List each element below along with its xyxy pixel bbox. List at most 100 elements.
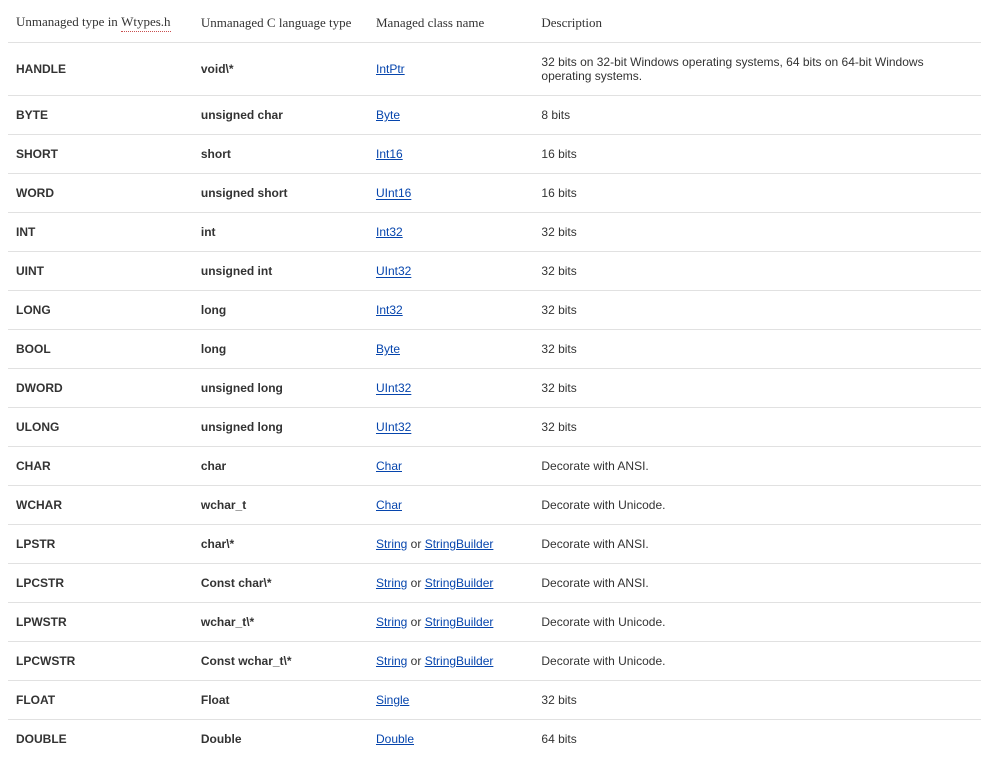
cell-unmanaged-type: DWORD [8, 369, 193, 408]
cell-unmanaged-type: LPCWSTR [8, 642, 193, 681]
managed-class-link[interactable]: UInt32 [376, 420, 411, 434]
managed-class-link[interactable]: Int16 [376, 147, 403, 161]
cell-unmanaged-type: LPWSTR [8, 603, 193, 642]
or-separator: or [407, 615, 424, 629]
cell-managed-class: UInt32 [368, 408, 533, 447]
cell-description: 32 bits [533, 408, 981, 447]
table-row: WORDunsigned shortUInt1616 bits [8, 174, 981, 213]
cell-description: 64 bits [533, 720, 981, 759]
cell-c-type: int [193, 213, 368, 252]
table-row: BOOLlong Byte 32 bits [8, 330, 981, 369]
cell-unmanaged-type: LPSTR [8, 525, 193, 564]
header-c-type: Unmanaged C language type [193, 8, 368, 43]
table-row: LPWSTRwchar_t\*String or StringBuilderDe… [8, 603, 981, 642]
cell-unmanaged-type: BOOL [8, 330, 193, 369]
cell-c-type: char\* [193, 525, 368, 564]
managed-class-link[interactable]: StringBuilder [425, 615, 494, 629]
cell-managed-class: Double [368, 720, 533, 759]
cell-description: Decorate with Unicode. [533, 603, 981, 642]
cell-c-type: Const wchar_t\* [193, 642, 368, 681]
or-separator: or [407, 537, 424, 551]
cell-managed-class: UInt16 [368, 174, 533, 213]
cell-description: Decorate with ANSI. [533, 447, 981, 486]
table-header: Unmanaged type in Wtypes.h Unmanaged C l… [8, 8, 981, 43]
managed-class-link[interactable]: IntPtr [376, 62, 405, 76]
managed-class-link[interactable]: String [376, 615, 407, 629]
cell-c-type: long [193, 330, 368, 369]
cell-c-type: long [193, 291, 368, 330]
cell-managed-class: Single [368, 681, 533, 720]
cell-c-type: unsigned long [193, 369, 368, 408]
cell-description: 8 bits [533, 96, 981, 135]
cell-description: 32 bits [533, 291, 981, 330]
table-row: LONGlong Int32 32 bits [8, 291, 981, 330]
table-row: HANDLEvoid\* IntPtr 32 bits on 32-bit Wind… [8, 43, 981, 96]
cell-description: 32 bits [533, 369, 981, 408]
cell-unmanaged-type: WCHAR [8, 486, 193, 525]
cell-description: 16 bits [533, 174, 981, 213]
header-managed-class: Managed class name [368, 8, 533, 43]
table-row: FLOATFloatSingle32 bits [8, 681, 981, 720]
cell-c-type: unsigned long [193, 408, 368, 447]
cell-c-type: unsigned char [193, 96, 368, 135]
cell-managed-class: Byte [368, 330, 533, 369]
managed-class-link[interactable]: Char [376, 498, 402, 512]
managed-class-link[interactable]: Byte [376, 342, 400, 356]
managed-class-link[interactable]: Int32 [376, 225, 403, 239]
table-row: ULONGunsigned longUInt3232 bits [8, 408, 981, 447]
managed-class-link[interactable]: StringBuilder [425, 654, 494, 668]
managed-class-link[interactable]: Int32 [376, 303, 403, 317]
managed-class-link[interactable]: String [376, 537, 407, 551]
cell-c-type: void\* [193, 43, 368, 96]
cell-description: 32 bits [533, 330, 981, 369]
cell-description: 32 bits on 32-bit Windows operating syst… [533, 43, 981, 96]
cell-unmanaged-type: UINT [8, 252, 193, 291]
cell-unmanaged-type: LONG [8, 291, 193, 330]
cell-unmanaged-type: DOUBLE [8, 720, 193, 759]
or-separator: or [407, 576, 424, 590]
table-row: BYTEunsigned charByte8 bits [8, 96, 981, 135]
table-row: WCHARwchar_tCharDecorate with Unicode. [8, 486, 981, 525]
managed-class-link[interactable]: String [376, 654, 407, 668]
table-row: INTintInt3232 bits [8, 213, 981, 252]
managed-class-link[interactable]: Single [376, 693, 409, 707]
table-row: DWORDunsigned long UInt32 32 bits [8, 369, 981, 408]
managed-class-link[interactable]: UInt32 [376, 264, 411, 278]
cell-description: Decorate with Unicode. [533, 486, 981, 525]
managed-class-link[interactable]: Char [376, 459, 402, 473]
cell-description: Decorate with ANSI. [533, 525, 981, 564]
cell-unmanaged-type: LPCSTR [8, 564, 193, 603]
header-unmanaged-type: Unmanaged type in Wtypes.h [8, 8, 193, 43]
cell-c-type: Const char\* [193, 564, 368, 603]
header-col1-prefix: Unmanaged type in [16, 14, 121, 29]
managed-class-link[interactable]: UInt32 [376, 381, 411, 395]
cell-c-type: short [193, 135, 368, 174]
managed-class-link[interactable]: Byte [376, 108, 400, 122]
managed-class-link[interactable]: UInt16 [376, 186, 411, 200]
table-row: LPSTRchar\* String or StringBuilder Decora… [8, 525, 981, 564]
cell-unmanaged-type: SHORT [8, 135, 193, 174]
cell-description: 16 bits [533, 135, 981, 174]
cell-unmanaged-type: INT [8, 213, 193, 252]
header-description: Description [533, 8, 981, 43]
managed-class-link[interactable]: Double [376, 732, 414, 746]
table-row: UINTunsigned intUInt3232 bits [8, 252, 981, 291]
cell-managed-class: Int32 [368, 213, 533, 252]
cell-managed-class: String or StringBuilder [368, 603, 533, 642]
managed-class-link[interactable]: StringBuilder [425, 537, 494, 551]
cell-managed-class: IntPtr [368, 43, 533, 96]
cell-managed-class: String or StringBuilder [368, 564, 533, 603]
table-row: LPCWSTRConst wchar_t\*String or StringBu… [8, 642, 981, 681]
cell-unmanaged-type: CHAR [8, 447, 193, 486]
cell-managed-class: UInt32 [368, 369, 533, 408]
cell-c-type: wchar_t\* [193, 603, 368, 642]
table-body: HANDLEvoid\* IntPtr 32 bits on 32-bit Wind… [8, 43, 981, 759]
cell-description: Decorate with ANSI. [533, 564, 981, 603]
managed-class-link[interactable]: StringBuilder [425, 576, 494, 590]
cell-c-type: Float [193, 681, 368, 720]
managed-class-link[interactable]: String [376, 576, 407, 590]
cell-unmanaged-type: HANDLE [8, 43, 193, 96]
table-row: DOUBLEDoubleDouble64 bits [8, 720, 981, 759]
cell-managed-class: Char [368, 447, 533, 486]
header-col1-wtypes: Wtypes.h [121, 14, 170, 32]
